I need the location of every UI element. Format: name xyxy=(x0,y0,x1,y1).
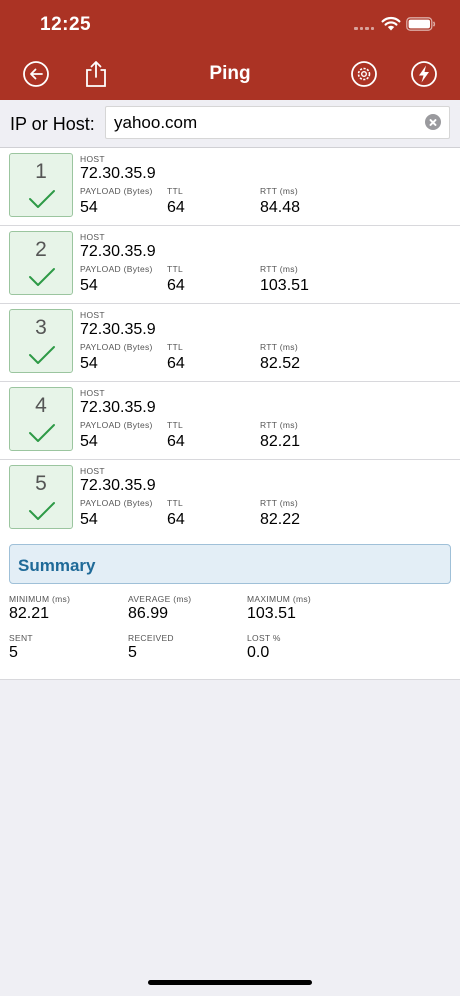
rtt-value: 82.22 xyxy=(260,511,301,528)
ttl-value: 64 xyxy=(167,511,185,528)
checkmark-icon xyxy=(29,424,55,442)
payload-field-label: PAYLOAD (Bytes) xyxy=(80,498,153,508)
host-value: 72.30.35.9 xyxy=(80,321,156,338)
rtt-field-label: RTT (ms) xyxy=(260,264,298,274)
ttl-value: 64 xyxy=(167,199,185,216)
host-value: 72.30.35.9 xyxy=(80,399,156,416)
ping-result-row[interactable]: 2 HOST 72.30.35.9 PAYLOAD (Bytes) 54 TTL… xyxy=(0,226,460,304)
ping-result-row[interactable]: 4 HOST 72.30.35.9 PAYLOAD (Bytes) 54 TTL… xyxy=(0,382,460,460)
sequence-badge: 4 xyxy=(9,387,73,451)
sequence-number: 2 xyxy=(35,238,47,261)
ttl-field-label: TTL xyxy=(167,342,184,352)
summary-title: Summary xyxy=(18,556,96,575)
cellular-signal-icon xyxy=(354,24,376,30)
payload-field-label: PAYLOAD (Bytes) xyxy=(80,186,153,196)
host-value: 72.30.35.9 xyxy=(80,243,156,260)
minimum-label: MINIMUM (ms) xyxy=(9,594,71,604)
ttl-value: 64 xyxy=(167,355,185,372)
maximum-value: 103.51 xyxy=(247,605,296,622)
ping-results-list: 1 HOST 72.30.35.9 PAYLOAD (Bytes) 54 TTL… xyxy=(0,148,460,538)
payload-value: 54 xyxy=(80,277,98,294)
clear-input-button[interactable] xyxy=(425,114,441,130)
summary-panel: Summary MINIMUM (ms) 82.21 AVERAGE (ms) … xyxy=(0,536,460,680)
rtt-value: 103.51 xyxy=(260,277,309,294)
sent-label: SENT xyxy=(9,633,33,643)
lost-value: 0.0 xyxy=(247,644,270,661)
top-bar: 12:25 Ping xyxy=(0,0,460,100)
payload-value: 54 xyxy=(80,511,98,528)
ttl-field-label: TTL xyxy=(167,186,184,196)
ping-result-row[interactable]: 3 HOST 72.30.35.9 PAYLOAD (Bytes) 54 TTL… xyxy=(0,304,460,382)
sequence-badge: 2 xyxy=(9,231,73,295)
summary-header: Summary xyxy=(9,544,451,584)
host-field-label: HOST xyxy=(80,154,105,164)
ttl-field-label: TTL xyxy=(167,420,184,430)
status-bar: 12:25 xyxy=(0,0,460,50)
rtt-field-label: RTT (ms) xyxy=(260,420,298,430)
host-input-container xyxy=(105,106,450,139)
battery-icon xyxy=(406,17,436,31)
payload-value: 54 xyxy=(80,355,98,372)
checkmark-icon xyxy=(29,268,55,286)
ttl-value: 64 xyxy=(167,277,185,294)
payload-field-label: PAYLOAD (Bytes) xyxy=(80,342,153,352)
payload-field-label: PAYLOAD (Bytes) xyxy=(80,420,153,430)
navigation-bar: Ping xyxy=(0,50,460,100)
sequence-badge: 5 xyxy=(9,465,73,529)
page-title: Ping xyxy=(209,63,251,84)
sequence-number: 5 xyxy=(35,472,47,495)
payload-value: 54 xyxy=(80,433,98,450)
host-input[interactable] xyxy=(114,107,414,138)
checkmark-icon xyxy=(29,502,55,520)
ttl-field-label: TTL xyxy=(167,264,184,274)
host-value: 72.30.35.9 xyxy=(80,165,156,182)
host-value: 72.30.35.9 xyxy=(80,477,156,494)
lightning-icon xyxy=(411,61,437,87)
home-indicator xyxy=(148,980,312,985)
checkmark-icon xyxy=(29,346,55,364)
settings-button[interactable] xyxy=(349,59,379,89)
rtt-value: 82.21 xyxy=(260,433,301,450)
host-field-label: HOST xyxy=(80,232,105,242)
average-label: AVERAGE (ms) xyxy=(128,594,192,604)
rtt-field-label: RTT (ms) xyxy=(260,342,298,352)
received-label: RECEIVED xyxy=(128,633,174,643)
ttl-value: 64 xyxy=(167,433,185,450)
ttl-field-label: TTL xyxy=(167,498,184,508)
lost-label: LOST % xyxy=(247,633,281,643)
host-field-label: HOST xyxy=(80,310,105,320)
host-field-label: HOST xyxy=(80,388,105,398)
sequence-badge: 3 xyxy=(9,309,73,373)
gear-icon xyxy=(351,61,377,87)
maximum-label: MAXIMUM (ms) xyxy=(247,594,312,604)
payload-value: 54 xyxy=(80,199,98,216)
rtt-value: 82.52 xyxy=(260,355,301,372)
sequence-badge: 1 xyxy=(9,153,73,217)
sent-value: 5 xyxy=(9,644,18,661)
payload-field-label: PAYLOAD (Bytes) xyxy=(80,264,153,274)
host-bar: IP or Host: xyxy=(0,100,460,148)
status-time: 12:25 xyxy=(40,14,92,35)
wifi-icon xyxy=(381,16,401,31)
ping-result-row[interactable]: 5 HOST 72.30.35.9 PAYLOAD (Bytes) 54 TTL… xyxy=(0,460,460,538)
sequence-number: 1 xyxy=(35,160,47,183)
sequence-number: 3 xyxy=(35,316,47,339)
sequence-number: 4 xyxy=(35,394,47,417)
quick-action-button[interactable] xyxy=(409,59,439,89)
ping-result-row[interactable]: 1 HOST 72.30.35.9 PAYLOAD (Bytes) 54 TTL… xyxy=(0,148,460,226)
rtt-field-label: RTT (ms) xyxy=(260,498,298,508)
minimum-value: 82.21 xyxy=(9,605,50,622)
checkmark-icon xyxy=(29,190,55,208)
rtt-value: 84.48 xyxy=(260,199,301,216)
host-label: IP or Host: xyxy=(10,114,95,134)
rtt-field-label: RTT (ms) xyxy=(260,186,298,196)
host-field-label: HOST xyxy=(80,466,105,476)
received-value: 5 xyxy=(128,644,137,661)
average-value: 86.99 xyxy=(128,605,169,622)
